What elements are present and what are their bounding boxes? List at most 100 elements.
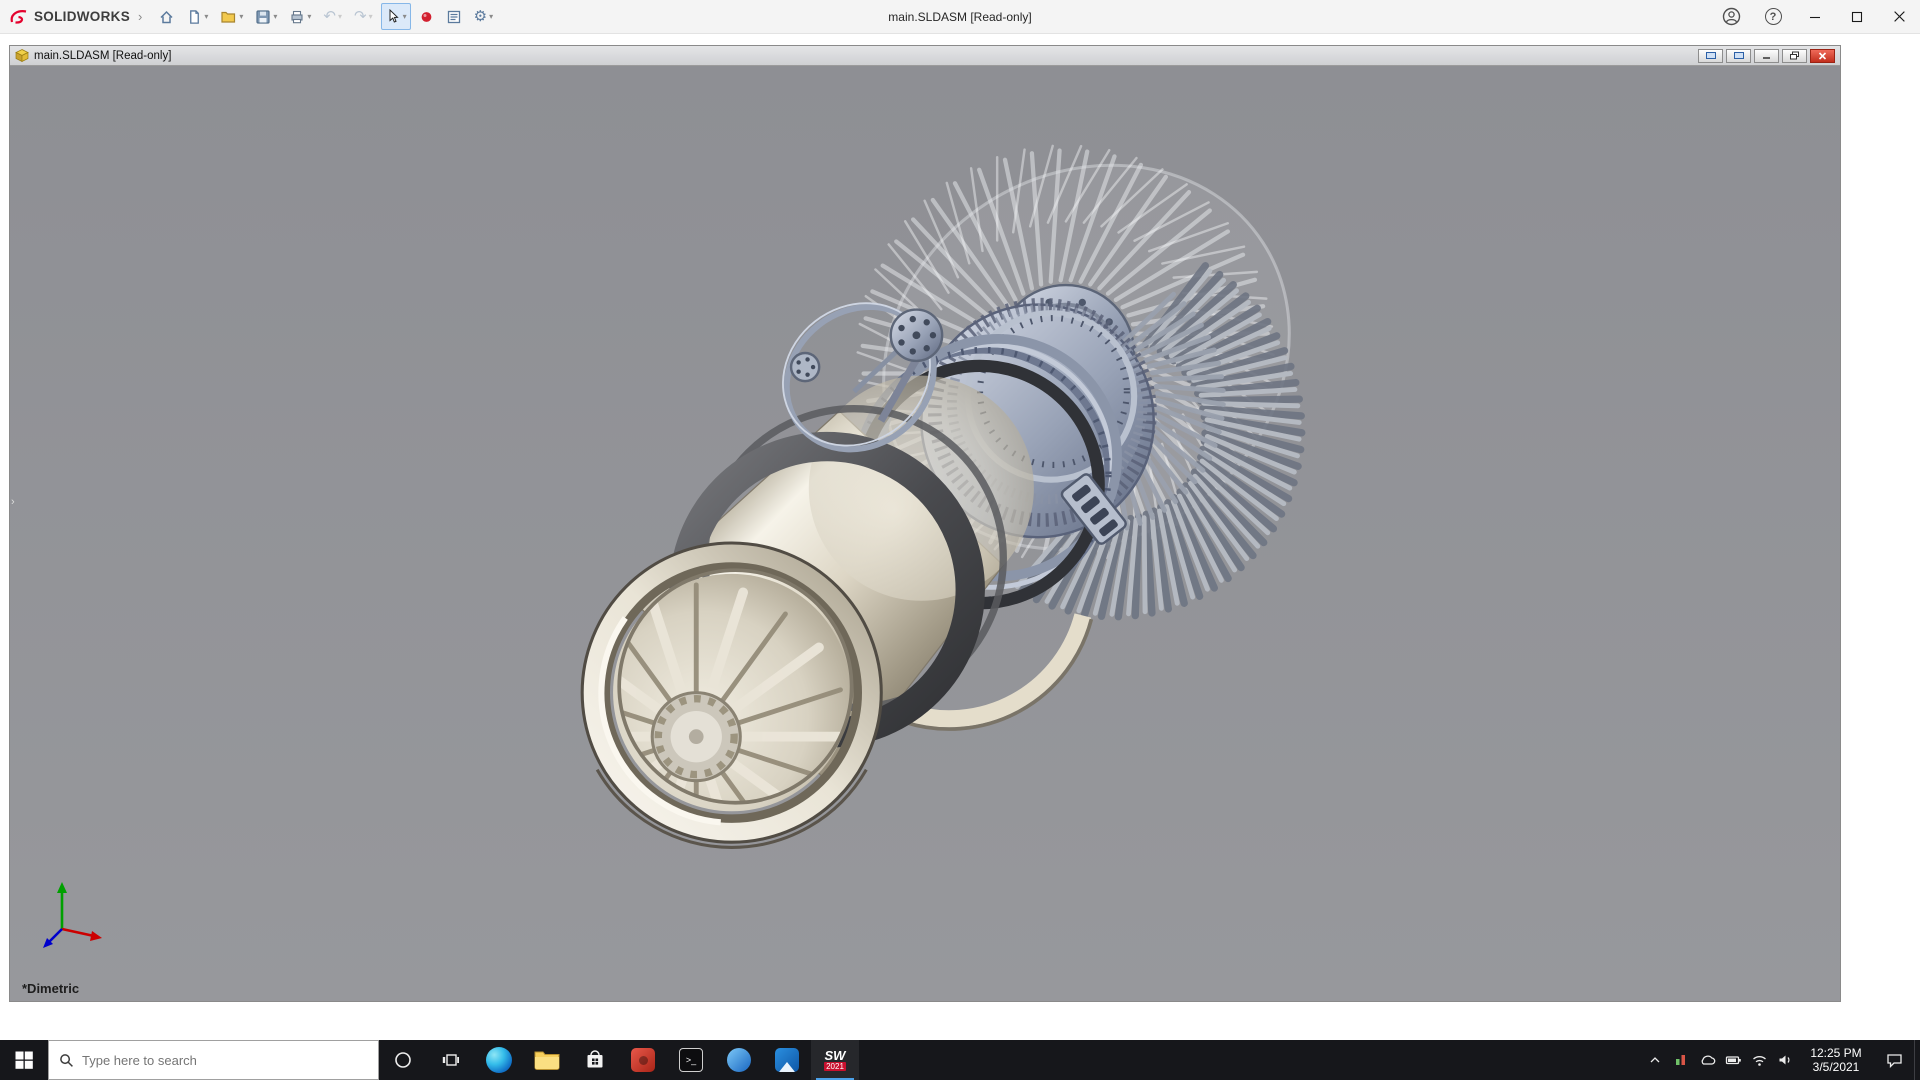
volume-icon [1777,1053,1793,1067]
battery-icon [1725,1053,1742,1067]
window-controls: ? [1710,0,1920,33]
brand-text: SOLIDWORKS [34,9,130,24]
home-button[interactable] [154,3,179,30]
dropdown-arrow-icon: ▾ [338,12,342,21]
print-icon [289,9,305,25]
action-center-button[interactable] [1874,1040,1914,1080]
featuremanager-flyout-arrow[interactable]: › [11,496,15,508]
bolt-dot [924,345,930,351]
engine-3d-model[interactable] [10,66,1840,1001]
minimize-icon [1809,11,1821,23]
search-input[interactable] [82,1053,342,1068]
tray-battery[interactable] [1720,1040,1746,1080]
windows-logo-icon [15,1051,33,1069]
select-tool-button[interactable]: ▾ [381,3,411,30]
close-button[interactable] [1878,0,1920,33]
app-title: main.SLDASM [Read-only] [888,10,1031,24]
dropdown-arrow-icon[interactable]: ▾ [204,12,208,21]
dropdown-arrow-icon[interactable]: ▾ [239,12,243,21]
show-desktop-button[interactable] [1914,1040,1920,1080]
notification-icon [1886,1052,1903,1068]
cortana-button[interactable] [379,1040,427,1080]
hidden-icons-button[interactable] [1642,1040,1668,1080]
taskbar-app-red[interactable] [619,1040,667,1080]
options-button[interactable]: ⚙ ▾ [470,3,497,30]
task-view-button[interactable] [427,1040,475,1080]
doc-restore-button[interactable] [1782,49,1807,63]
bolt-dot [910,316,916,322]
clock-date: 3/5/2021 [1813,1060,1860,1074]
close-icon [1818,52,1827,60]
open-button[interactable]: ▾ [216,3,247,30]
select-arrow-icon [385,8,401,25]
dropdown-arrow-icon[interactable]: ▾ [489,12,493,21]
tray-network[interactable] [1746,1040,1772,1080]
taskbar-app-blue[interactable] [715,1040,763,1080]
document-titlebar[interactable]: main.SLDASM [Read-only] [10,46,1840,66]
save-button[interactable]: ▾ [251,3,281,30]
file-properties-icon [446,9,462,25]
pane-icon [1734,52,1744,59]
taskbar-clock[interactable]: 12:25 PM 3/5/2021 [1798,1040,1874,1080]
wifi-icon [1751,1053,1768,1067]
orientation-triad [30,875,114,959]
graphics-viewport[interactable]: › *Dimetric [10,66,1840,1001]
app-titlebar: SOLIDWORKS › ▾ ▾ ▾ [0,0,1920,34]
exhaust-nozzle[interactable] [545,543,881,888]
pane-button-2[interactable] [1726,49,1751,63]
bolt-dot [924,319,930,325]
dropdown-arrow-icon[interactable]: ▾ [403,12,407,21]
taskbar-app-store[interactable] [571,1040,619,1080]
bolt-dot [796,360,800,364]
clock-time: 12:25 PM [1810,1046,1861,1060]
new-document-button[interactable]: ▾ [183,3,212,30]
system-tray: 12:25 PM 3/5/2021 [1642,1040,1920,1080]
doc-close-button[interactable] [1810,49,1835,63]
resource-monitor-icon [1674,1053,1688,1067]
doc-minimize-button[interactable] [1754,49,1779,63]
account-button[interactable] [1710,0,1752,33]
tray-resource-monitor[interactable] [1668,1040,1694,1080]
cortana-icon [393,1050,413,1070]
taskbar-app-file-explorer[interactable] [523,1040,571,1080]
menu-expand-chevron-icon[interactable]: › [138,9,142,24]
minimize-button[interactable] [1794,0,1836,33]
undo-button[interactable]: ↶ ▾ [319,3,346,30]
redo-icon: ↷ [354,9,367,25]
taskbar-app-solidworks[interactable]: SW 2021 [811,1040,859,1080]
mouse-gesture-button[interactable] [415,3,438,30]
maximize-button[interactable] [1836,0,1878,33]
new-document-icon [187,9,202,25]
terminal-icon: >_ [679,1048,703,1072]
red-app-icon [631,1048,655,1072]
bolt-dot [910,348,916,354]
edge-icon [486,1047,512,1073]
start-button[interactable] [0,1040,48,1080]
taskbar-search[interactable] [48,1040,379,1080]
undo-icon: ↶ [323,9,336,25]
minimize-icon [1761,52,1772,60]
redo-button[interactable]: ↷ ▾ [350,3,377,30]
exhaust-hub[interactable] [652,693,740,781]
search-icon [59,1053,74,1068]
bolt-dot [811,365,815,369]
file-properties-button[interactable] [442,3,466,30]
help-button[interactable]: ? [1752,0,1794,33]
dropdown-arrow-icon[interactable]: ▾ [273,12,277,21]
file-explorer-icon [534,1049,560,1071]
pane-button-1[interactable] [1698,49,1723,63]
screen: SOLIDWORKS › ▾ ▾ ▾ [0,0,1920,1080]
dropdown-arrow-icon[interactable]: ▾ [307,12,311,21]
save-icon [255,9,271,25]
taskbar-app-photos[interactable] [763,1040,811,1080]
solidworks-icon: SW [825,1049,846,1062]
home-icon [158,9,175,25]
task-view-icon [442,1052,460,1068]
tray-onedrive[interactable] [1694,1040,1720,1080]
taskbar-app-edge[interactable] [475,1040,523,1080]
print-button[interactable]: ▾ [285,3,315,30]
restore-icon [1789,51,1800,60]
taskbar-app-terminal[interactable]: >_ [667,1040,715,1080]
tray-volume[interactable] [1772,1040,1798,1080]
blade-line [1144,518,1145,612]
